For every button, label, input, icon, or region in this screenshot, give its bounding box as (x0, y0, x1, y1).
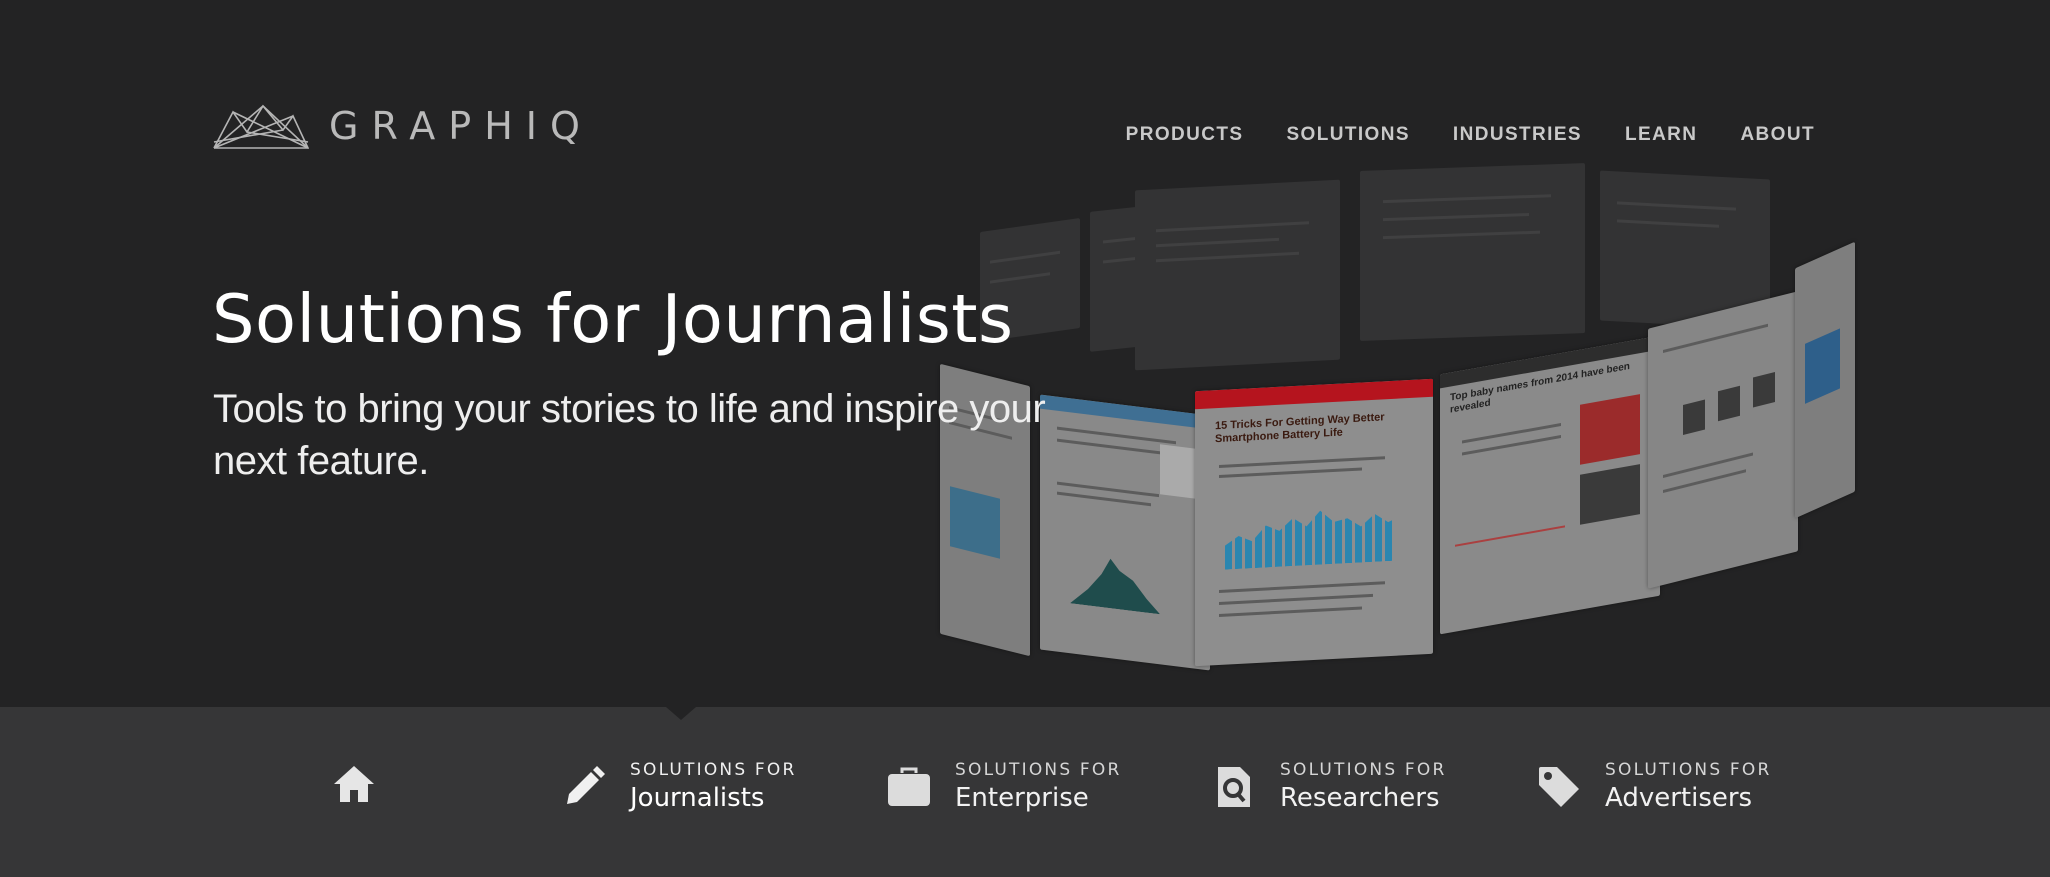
subnav-researchers-label: Researchers (1280, 783, 1440, 813)
active-indicator-caret (666, 707, 696, 720)
nav-solutions[interactable]: SOLUTIONS (1286, 124, 1409, 146)
subnav-researchers-small: SOLUTIONS FOR (1280, 760, 1447, 780)
subnav-advertisers-label: Advertisers (1605, 783, 1753, 813)
page-subtitle: Tools to bring your stories to life and … (213, 387, 1046, 483)
nav-products[interactable]: PRODUCTS (1126, 124, 1244, 146)
brand-logo[interactable]: GRAPHIQ (213, 102, 593, 150)
subnav-journalists[interactable]: SOLUTIONS FOR Journalists (560, 760, 797, 813)
article-page-right (1795, 241, 1855, 519)
subnav-advertisers[interactable]: SOLUTIONS FOR Advertisers (1535, 760, 1772, 813)
briefcase-icon (885, 763, 933, 811)
article-page-back (1135, 179, 1340, 371)
subnav-advertisers-small: SOLUTIONS FOR (1605, 760, 1772, 780)
subnav-journalists-label: Journalists (630, 783, 765, 813)
graphiq-mountain-logo-icon (213, 104, 309, 149)
pencil-icon (560, 763, 608, 811)
tag-icon (1535, 763, 1583, 811)
hero-section: GRAPHIQ PRODUCTS SOLUTIONS INDUSTRIES LE… (0, 0, 2050, 707)
home-icon (330, 760, 378, 808)
article-page-back (1360, 163, 1585, 341)
article-page-portraits (1648, 291, 1798, 589)
subnav-enterprise-label: Enterprise (955, 783, 1089, 813)
subnav-researchers[interactable]: SOLUTIONS FOR Researchers (1210, 760, 1447, 813)
brand-name: GRAPHIQ (329, 104, 593, 148)
subnav-journalists-small: SOLUTIONS FOR (630, 760, 797, 780)
nav-industries[interactable]: INDUSTRIES (1453, 124, 1582, 146)
article-page-time: 15 Tricks For Getting Way Better Smartph… (1195, 378, 1433, 667)
page-title: Solutions for Journalists (212, 280, 1014, 358)
nav-about[interactable]: ABOUT (1740, 124, 1815, 146)
subnav-home[interactable] (330, 760, 378, 808)
subnav-enterprise-small: SOLUTIONS FOR (955, 760, 1122, 780)
article-headline-time: 15 Tricks For Getting Way Better Smartph… (1215, 411, 1385, 446)
document-search-icon (1210, 763, 1258, 811)
nav-learn[interactable]: LEARN (1625, 124, 1697, 146)
main-nav: PRODUCTS SOLUTIONS INDUSTRIES LEARN ABOU… (1126, 124, 1815, 146)
subnav-enterprise[interactable]: SOLUTIONS FOR Enterprise (885, 760, 1122, 813)
article-page-usatoday: Top baby names from 2014 have been revea… (1440, 335, 1660, 635)
